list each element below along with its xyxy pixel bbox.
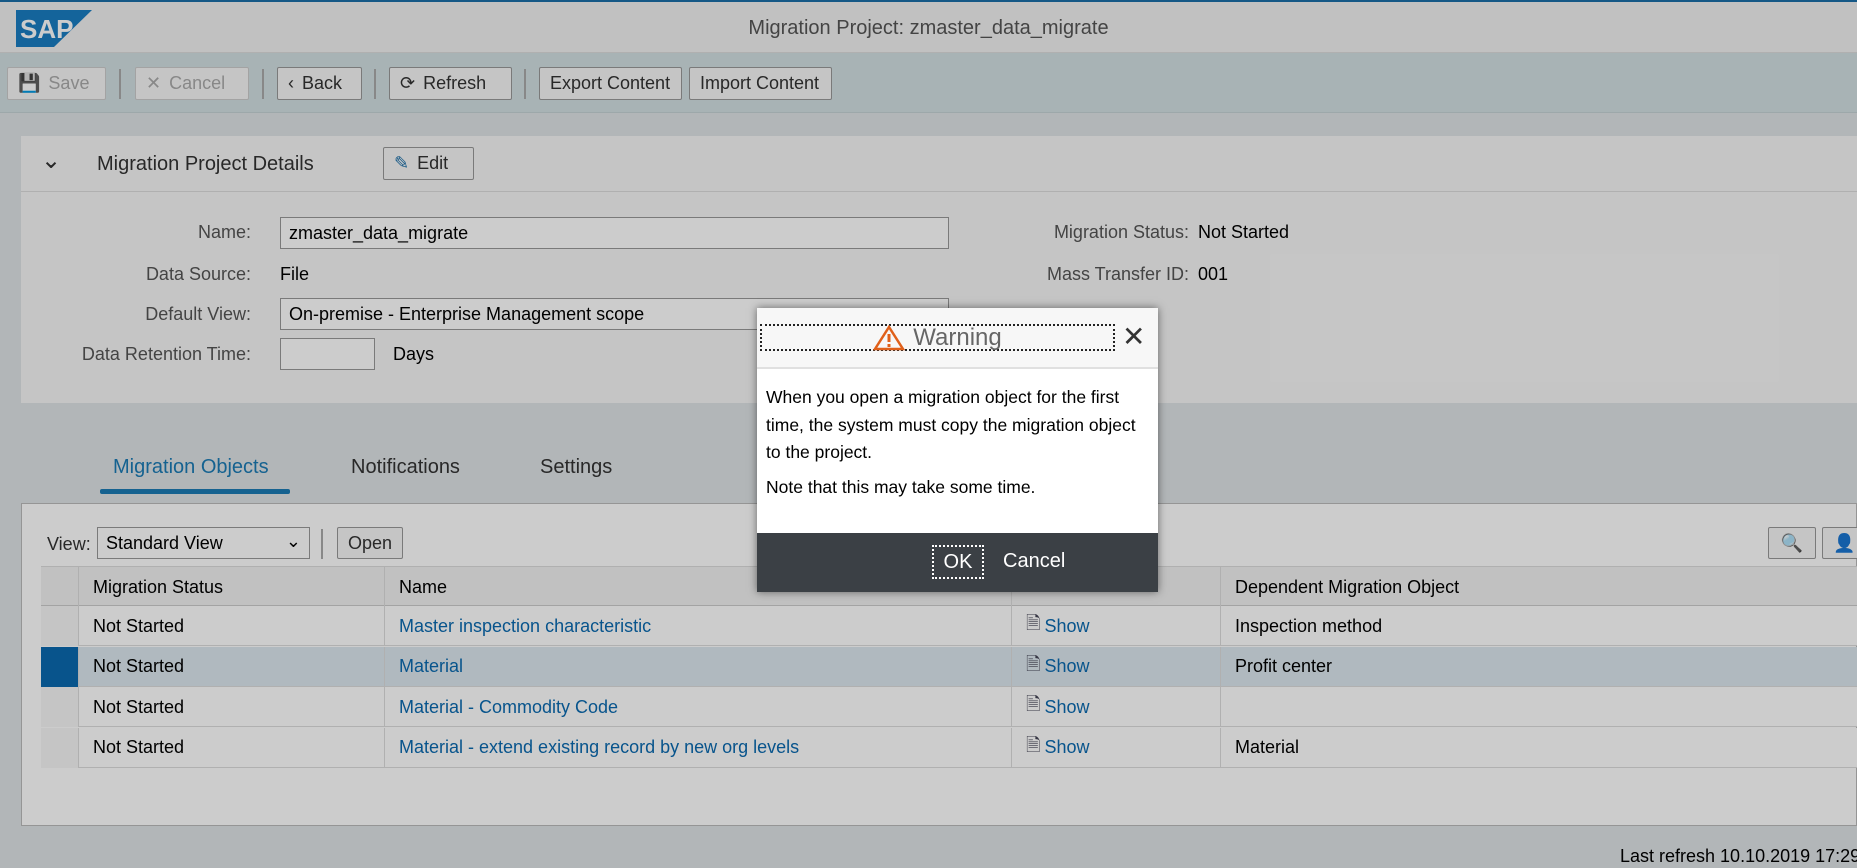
ok-button[interactable]: OK [932, 545, 984, 579]
dialog-cancel-button[interactable]: Cancel [1003, 550, 1065, 573]
close-icon[interactable]: ✕ [1122, 320, 1145, 353]
warning-icon [873, 324, 906, 350]
dialog-header: Warning ✕ [757, 308, 1158, 369]
warning-dialog: Warning ✕ When you open a migration obje… [757, 308, 1158, 592]
dialog-note: Note that this may take some time. [766, 476, 1036, 497]
dialog-message: When you open a migration object for the… [766, 387, 1136, 462]
dialog-footer: OK Cancel [757, 533, 1158, 592]
dialog-title: Warning [760, 324, 1115, 351]
dialog-body: When you open a migration object for the… [766, 384, 1146, 501]
